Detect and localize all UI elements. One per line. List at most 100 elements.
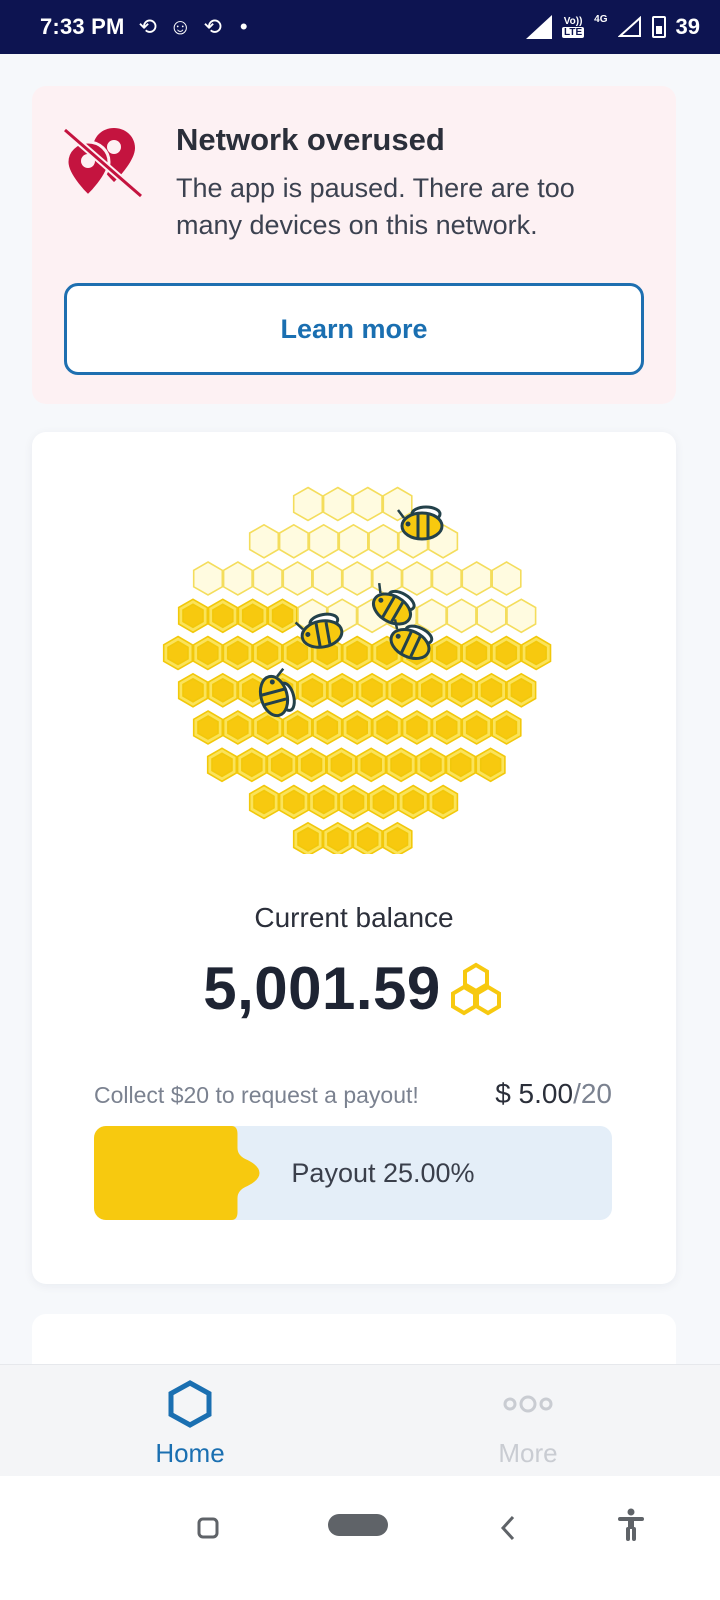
cat-icon: ☺ bbox=[168, 14, 192, 39]
lte-label: LTE bbox=[562, 27, 585, 38]
nav-more[interactable]: More bbox=[428, 1379, 628, 1469]
honeycomb-cell bbox=[226, 640, 249, 666]
balance-value: 5,001.59 bbox=[203, 955, 441, 1022]
back-button[interactable] bbox=[498, 1514, 518, 1542]
payout-goal: 20 bbox=[580, 1078, 612, 1109]
honeycomb-cell bbox=[432, 789, 454, 815]
payout-separator: / bbox=[573, 1078, 581, 1109]
honeycomb-cell bbox=[331, 677, 353, 703]
honeycomb-cell bbox=[446, 598, 477, 634]
network-type: 4G bbox=[594, 13, 608, 25]
payout-progress-label: Payout 25.00% bbox=[291, 1157, 475, 1188]
payout-hint: Collect $20 to request a payout! bbox=[94, 1082, 419, 1108]
honeycomb-cell bbox=[252, 561, 283, 596]
honeycomb-cell bbox=[495, 715, 518, 740]
honeycomb-cell bbox=[491, 561, 522, 596]
honeycomb-cell bbox=[402, 789, 425, 815]
honeycomb-cell bbox=[286, 640, 309, 666]
honeycomb-cell bbox=[356, 826, 379, 852]
honeycomb-cell bbox=[510, 677, 533, 703]
honeycomb-cell bbox=[270, 752, 293, 778]
hexagon-icon bbox=[168, 1380, 212, 1428]
honeycomb-cell bbox=[479, 752, 502, 778]
battery-icon bbox=[651, 16, 666, 38]
honeycomb-cell bbox=[386, 826, 409, 852]
more-dots-icon bbox=[503, 1395, 553, 1413]
honeycomb-cell bbox=[391, 677, 413, 703]
honeycomb-cell bbox=[292, 486, 324, 522]
honeycomb-cell bbox=[316, 715, 339, 740]
honeycomb-cell bbox=[256, 640, 279, 666]
balance-label: Current balance bbox=[254, 902, 454, 933]
bee-icon bbox=[258, 667, 296, 718]
honeycomb-cell bbox=[212, 603, 234, 629]
honeycomb-cell bbox=[360, 752, 382, 778]
more-notifications-dot: • bbox=[239, 14, 248, 39]
honeycomb-cell bbox=[197, 640, 219, 666]
honeycomb-icon bbox=[450, 962, 501, 1015]
volte-label: Vo)) bbox=[563, 16, 583, 27]
nav-more-label: More bbox=[498, 1438, 558, 1468]
honeycomb-cell bbox=[241, 603, 264, 629]
honeycomb-cell bbox=[420, 752, 442, 778]
honeycomb-cell bbox=[222, 561, 253, 596]
signal-outline-icon bbox=[617, 16, 641, 37]
honeycomb-cell bbox=[167, 640, 189, 666]
honeycomb-cell bbox=[352, 486, 383, 522]
system-status-icons: Vo)) LTE 4G 39 bbox=[526, 14, 700, 40]
honeycomb-cell bbox=[368, 523, 399, 559]
home-pill-button[interactable] bbox=[326, 1512, 390, 1538]
accessibility-icon[interactable] bbox=[616, 1508, 646, 1542]
honeycomb-cell bbox=[278, 523, 309, 559]
honeycomb-cell bbox=[241, 752, 263, 778]
honeycomb-illustration bbox=[162, 486, 552, 854]
recents-button[interactable] bbox=[196, 1516, 220, 1540]
alert-title: Network overused bbox=[176, 122, 445, 157]
honeycomb-cell bbox=[256, 715, 279, 740]
alert-message: The app is paused. There are too many de… bbox=[176, 173, 575, 240]
honeycomb-cell bbox=[338, 523, 369, 559]
notification-icons: ⟲ ☺ ⟲ • bbox=[139, 16, 248, 38]
learn-more-button[interactable]: Learn more bbox=[64, 283, 644, 375]
honeycomb-cell bbox=[322, 486, 353, 522]
honeycomb-cell bbox=[301, 677, 324, 703]
honeycomb-cell bbox=[297, 826, 319, 852]
honeycomb-cell bbox=[346, 640, 368, 666]
honeycomb-cell bbox=[401, 561, 433, 596]
honeycomb-cell bbox=[330, 752, 353, 778]
honeycomb-cell bbox=[435, 715, 458, 740]
network-alert-card: Network overused The app is paused. Ther… bbox=[32, 86, 676, 404]
status-bar: 7:33 PM ⟲ ☺ ⟲ • Vo)) LTE 4G 39 bbox=[0, 0, 720, 54]
honeycomb-cell bbox=[376, 715, 398, 740]
battery-level: 39 bbox=[675, 14, 700, 39]
nav-home[interactable]: Home bbox=[90, 1379, 290, 1469]
honeycomb-cell bbox=[480, 677, 503, 703]
honeycomb-cell bbox=[286, 715, 309, 740]
honeycomb-cell bbox=[406, 715, 428, 740]
honeycomb-cell bbox=[182, 603, 204, 629]
honeycomb-cell bbox=[390, 752, 412, 778]
location-off-icon bbox=[62, 127, 144, 199]
honeycomb-cell bbox=[308, 523, 339, 559]
honeycomb-cell bbox=[461, 561, 492, 596]
bottom-navigation: Home More bbox=[0, 1364, 720, 1476]
nav-home-label: Home bbox=[155, 1438, 225, 1468]
honeycomb-cell bbox=[449, 752, 472, 778]
payout-current: $ 5.00 bbox=[495, 1078, 574, 1109]
honeycomb-cell bbox=[212, 677, 234, 703]
honeycomb-cell bbox=[372, 789, 395, 815]
honeycomb-cell bbox=[300, 752, 323, 778]
honeycomb-cell bbox=[342, 561, 373, 596]
honeycomb-cell bbox=[271, 603, 294, 629]
honeycomb-cell bbox=[253, 789, 275, 815]
system-navigation-bar bbox=[0, 1476, 720, 1600]
honeycomb-cell bbox=[248, 523, 280, 559]
payout-progress-bar: Payout 25.00% bbox=[94, 1126, 612, 1220]
volte-icon: Vo)) LTE bbox=[562, 16, 585, 38]
payout-amount: $ 5.00/20 bbox=[495, 1078, 612, 1110]
honeycomb-cell bbox=[227, 715, 249, 740]
balance-row: 5,001.59 bbox=[32, 954, 676, 1023]
honeycomb-cell bbox=[361, 677, 383, 703]
honeycomb-cell bbox=[197, 715, 219, 740]
honeycomb-cell bbox=[312, 789, 335, 815]
